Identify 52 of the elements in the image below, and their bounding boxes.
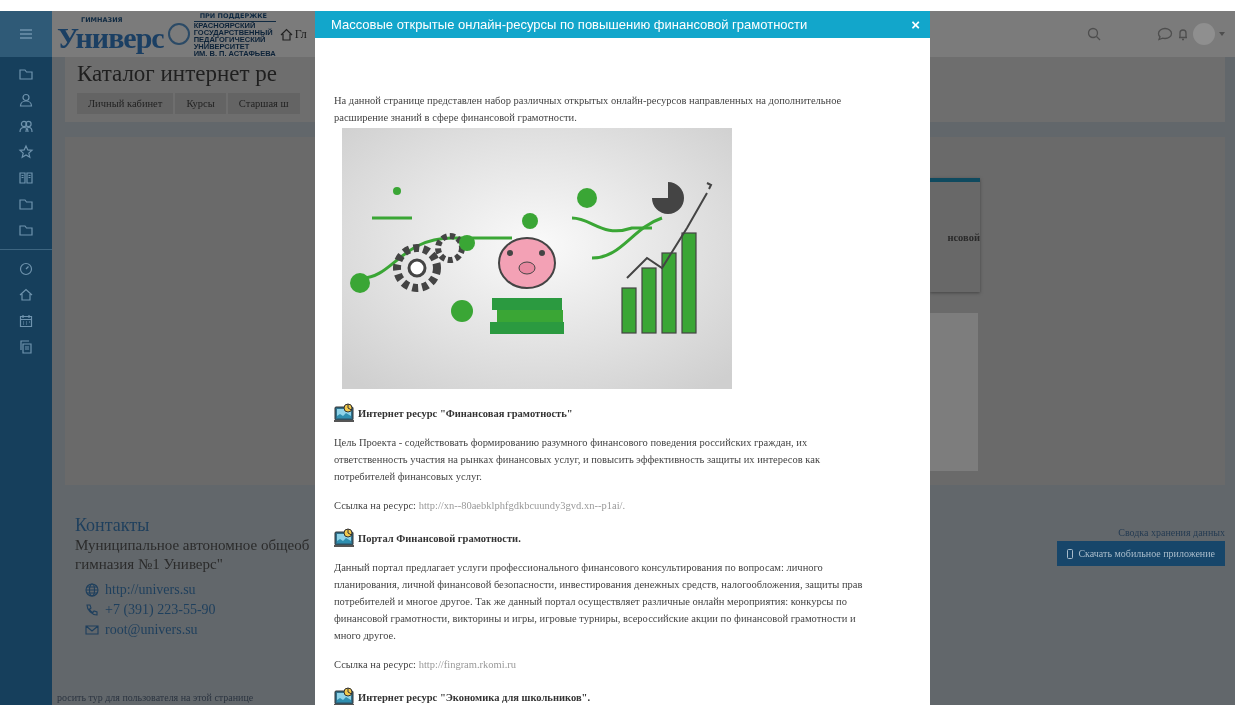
logo-wordmark[interactable]: Универс: [57, 24, 164, 52]
breadcrumb-link[interactable]: Старшая ш: [227, 93, 300, 114]
close-button[interactable]: ×: [909, 17, 922, 32]
bell-icon[interactable]: [1177, 27, 1189, 41]
chat-bubble-icon[interactable]: [1157, 27, 1173, 41]
folder-icon[interactable]: [18, 196, 34, 212]
emblem-icon: [167, 23, 190, 45]
resource-heading: Интернет ресурс "Экономика для школьников".: [358, 690, 591, 705]
organization-name: Муниципальное автономное общеоб: [75, 536, 310, 555]
resource-description: Данный портал предлагает услуги профессионального финансового консультирования по вопросам: личного планирования, личной финансовой безопасности, инвестирования денежных средств, налогообложения, защиты прав потребителей и многое другое. Так же данный портал осуществляет различные онлайн мероприятия: конкурсы по финансовой грамотности, викторины и игры, игровые турниры, всероссийские акции по финансовой грамотности и много другое.: [334, 561, 864, 643]
contact-link[interactable]: http://univers.su: [105, 582, 196, 598]
globe-icon: [85, 583, 99, 597]
phone-icon: [85, 603, 99, 617]
download-app-button[interactable]: Скачать мобильное приложение: [1057, 541, 1225, 566]
book-icon[interactable]: [18, 170, 34, 186]
laptop-chart-icon: [334, 403, 354, 423]
envelope-icon: [85, 623, 99, 637]
home-icon[interactable]: [18, 287, 34, 303]
phone-icon: [1067, 548, 1074, 559]
course-card[interactable]: нсовой: [930, 178, 980, 292]
resource-url[interactable]: http://xn--80aebklphfgdkbcuundy3gvd.xn--p1ai/.: [418, 500, 626, 511]
page-title: Каталог интернет ре: [77, 61, 278, 87]
breadcrumb-link[interactable]: Курсы: [175, 93, 226, 114]
intro-paragraph: На данной странице представлен набор различных открытых онлайн-ресурсов направленных на дополнительное расширение знаний в сфере финансовой грамотности.: [334, 94, 843, 125]
resource-url[interactable]: http://fingram.rkomi.ru: [418, 659, 517, 670]
home-icon[interactable]: [279, 27, 293, 41]
search-icon[interactable]: [1087, 27, 1101, 41]
star-icon[interactable]: [18, 144, 34, 160]
home-link[interactable]: Гл: [294, 26, 307, 42]
copy-icon[interactable]: [18, 339, 34, 355]
users-icon[interactable]: [18, 118, 34, 134]
calendar-icon[interactable]: [18, 313, 34, 329]
resource-link-line: Ссылка на ресурс: http://xn--80aebklphfgdkbcuundy3gvd.xn--p1ai/.: [334, 499, 627, 513]
gauge-icon[interactable]: [18, 261, 34, 277]
folder-icon[interactable]: [18, 222, 34, 238]
organization-name: гимназия №1 Универс": [75, 555, 224, 574]
resource-heading: Портал Финансовой грамотности.: [358, 531, 521, 546]
folder-icon[interactable]: [18, 66, 34, 82]
data-retention-link[interactable]: Сводка хранения данных: [1118, 527, 1225, 538]
laptop-chart-icon: [334, 687, 354, 705]
contact-link[interactable]: root@univers.su: [105, 622, 198, 638]
resource-description: Цель Проекта - содействовать формированию разумного финансового поведения российских граждан, их ответственность участия на рынках финансовых услуг, и повысить эффективность защиты их интересов как потребителей финансовых услуг.: [334, 436, 821, 484]
menu-icon[interactable]: [19, 28, 33, 40]
breadcrumb-link[interactable]: Личный кабинет: [77, 93, 174, 114]
resource-link-line: Ссылка на ресурс: http://fingram.rkomi.ru: [334, 658, 518, 672]
modal-title: Массовые открытые онлайн-ресурсы по повышению финансовой грамотности: [331, 17, 808, 32]
phone-number: +7 (391) 223-55-90: [105, 602, 216, 618]
user-icon[interactable]: [18, 92, 34, 108]
caret-icon[interactable]: [1219, 32, 1225, 36]
laptop-chart-icon: [334, 528, 354, 548]
contacts-heading: Контакты: [75, 515, 151, 536]
resource-heading: Интернет ресурс "Финансовая грамотность": [358, 406, 573, 421]
